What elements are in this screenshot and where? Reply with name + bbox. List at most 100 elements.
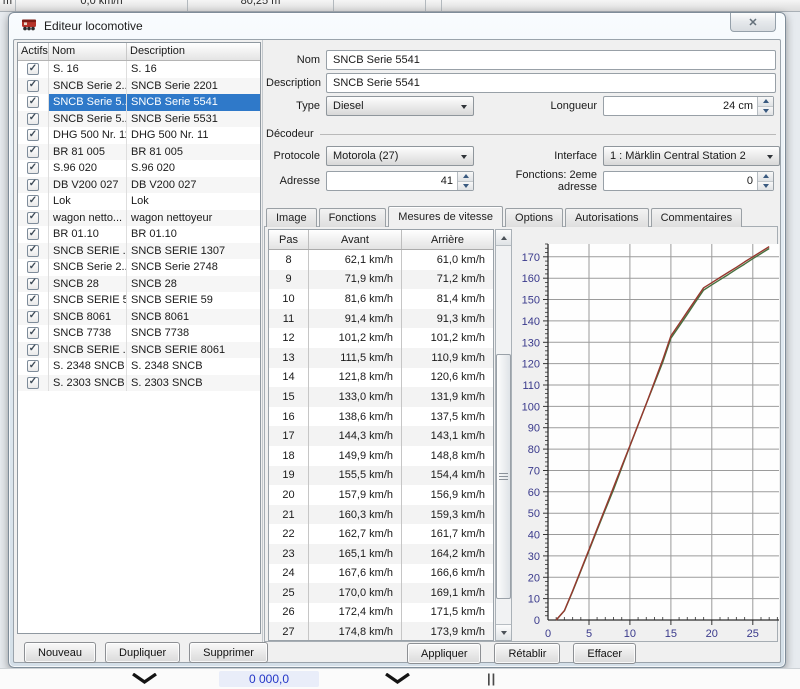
table-row[interactable]: 26172,4 km/h171,5 km/h xyxy=(269,603,493,623)
spin-up-button[interactable] xyxy=(758,172,773,181)
checkbox[interactable]: ✓ xyxy=(27,195,39,207)
checkbox[interactable]: ✓ xyxy=(27,80,39,92)
table-row[interactable]: 24167,6 km/h166,6 km/h xyxy=(269,564,493,584)
close-button[interactable]: ✕ xyxy=(730,13,776,32)
table-row[interactable]: 16138,6 km/h137,5 km/h xyxy=(269,407,493,427)
list-item[interactable]: ✓SNCB SERIE ...SNCB SERIE 1307 xyxy=(18,243,260,260)
spin-up-button[interactable] xyxy=(458,172,473,181)
list-item[interactable]: ✓SNCB Serie 2...SNCB Serie 2201 xyxy=(18,78,260,95)
table-row[interactable]: 12101,2 km/h101,2 km/h xyxy=(269,328,493,348)
list-item[interactable]: ✓SNCB 8061SNCB 8061 xyxy=(18,309,260,326)
table-row[interactable]: 15133,0 km/h131,9 km/h xyxy=(269,387,493,407)
checkbox[interactable]: ✓ xyxy=(27,327,39,339)
effacer-button[interactable]: Effacer xyxy=(573,643,636,664)
table-row[interactable]: 14121,8 km/h120,6 km/h xyxy=(269,368,493,388)
list-item[interactable]: ✓SNCB SERIE ...SNCB SERIE 8061 xyxy=(18,342,260,359)
checkbox[interactable]: ✓ xyxy=(27,179,39,191)
list-item[interactable]: ✓S. 2348 SNCBS. 2348 SNCB xyxy=(18,358,260,375)
dialog-title-bar[interactable]: Editeur locomotive xyxy=(9,13,785,39)
spin-down-button[interactable] xyxy=(758,181,773,191)
appliquer-button[interactable]: Appliquer xyxy=(407,643,481,664)
chevron-down-icon[interactable] xyxy=(131,673,158,687)
checkbox[interactable]: ✓ xyxy=(27,278,39,290)
checkbox[interactable]: ✓ xyxy=(27,212,39,224)
protocole-dropdown[interactable]: Motorola (27) xyxy=(326,146,474,166)
spin-down-button[interactable] xyxy=(758,106,773,116)
table-row[interactable]: 27174,8 km/h173,9 km/h xyxy=(269,622,493,641)
tab-image[interactable]: Image xyxy=(266,208,317,227)
checkbox[interactable]: ✓ xyxy=(27,377,39,389)
table-row[interactable]: 22162,7 km/h161,7 km/h xyxy=(269,524,493,544)
tab-options[interactable]: Options xyxy=(505,208,563,227)
checkbox[interactable]: ✓ xyxy=(27,162,39,174)
tab-autorisations[interactable]: Autorisations xyxy=(565,208,649,227)
table-row[interactable]: 971,9 km/h71,2 km/h xyxy=(269,270,493,290)
list-item[interactable]: ✓SNCB Serie 5...SNCB Serie 5531 xyxy=(18,111,260,128)
type-dropdown[interactable]: Diesel xyxy=(326,96,474,116)
dupliquer-button[interactable]: Dupliquer xyxy=(105,642,180,663)
longueur-spinner[interactable]: 24 cm xyxy=(603,96,774,116)
supprimer-button[interactable]: Supprimer xyxy=(189,642,268,663)
checkbox[interactable]: ✓ xyxy=(27,311,39,323)
checkbox[interactable]: ✓ xyxy=(27,360,39,372)
fonctions-spinner[interactable]: 0 xyxy=(603,171,774,191)
table-row[interactable]: 13111,5 km/h110,9 km/h xyxy=(269,348,493,368)
table-row[interactable]: 23165,1 km/h164,2 km/h xyxy=(269,544,493,564)
tab-mesures-de-vitesse[interactable]: Mesures de vitesse xyxy=(388,206,503,227)
checkbox[interactable]: ✓ xyxy=(27,129,39,141)
retablir-button[interactable]: Rétablir xyxy=(494,643,560,664)
spin-up-button[interactable] xyxy=(758,97,773,106)
table-row[interactable]: 20157,9 km/h156,9 km/h xyxy=(269,485,493,505)
checkbox[interactable]: ✓ xyxy=(27,344,39,356)
scrollbar-thumb[interactable] xyxy=(496,354,511,599)
adresse-spinner[interactable]: 41 xyxy=(326,171,474,191)
table-row[interactable]: 21160,3 km/h159,3 km/h xyxy=(269,505,493,525)
checkbox[interactable]: ✓ xyxy=(27,113,39,125)
checkbox[interactable]: ✓ xyxy=(27,294,39,306)
checkbox[interactable]: ✓ xyxy=(27,146,39,158)
list-item[interactable]: ✓BR 81 005BR 81 005 xyxy=(18,144,260,161)
list-item[interactable]: ✓SNCB 28SNCB 28 xyxy=(18,276,260,293)
scroll-up-button[interactable] xyxy=(496,230,511,246)
list-item[interactable]: ✓wagon netto...wagon nettoyeur xyxy=(18,210,260,227)
spin-down-button[interactable] xyxy=(458,181,473,191)
scroll-down-button[interactable] xyxy=(496,624,511,640)
list-item[interactable]: ✓SNCB 7738SNCB 7738 xyxy=(18,325,260,342)
list-item[interactable]: ✓SNCB SERIE 59SNCB SERIE 59 xyxy=(18,292,260,309)
column-header-actifs[interactable]: Actifs xyxy=(18,43,49,60)
speed-table-scrollbar[interactable] xyxy=(495,229,512,641)
list-item[interactable]: ✓LokLok xyxy=(18,193,260,210)
description-field[interactable]: SNCB Serie 5541 xyxy=(326,73,776,93)
interface-dropdown[interactable]: 1 : Märklin Central Station 2 xyxy=(603,146,780,166)
nouveau-button[interactable]: Nouveau xyxy=(24,642,96,663)
table-row[interactable]: 18149,9 km/h148,8 km/h xyxy=(269,446,493,466)
list-item[interactable]: ✓SNCB Serie 2...SNCB Serie 2748 xyxy=(18,259,260,276)
list-item[interactable]: ✓S.96 020S.96 020 xyxy=(18,160,260,177)
table-row[interactable]: 1191,4 km/h91,3 km/h xyxy=(269,309,493,329)
list-item[interactable]: ✓SNCB Serie 5...SNCB Serie 5541 xyxy=(18,94,260,111)
list-item[interactable]: ✓BR 01.10BR 01.10 xyxy=(18,226,260,243)
table-row[interactable]: 1081,6 km/h81,4 km/h xyxy=(269,289,493,309)
tab-fonctions[interactable]: Fonctions xyxy=(319,208,387,227)
chevron-down-icon[interactable] xyxy=(384,673,411,687)
tab-commentaires[interactable]: Commentaires xyxy=(651,208,743,227)
check-icon: ✓ xyxy=(29,311,37,321)
checkbox[interactable]: ✓ xyxy=(27,63,39,75)
list-item[interactable]: ✓S. 2303 SNCBS. 2303 SNCB xyxy=(18,375,260,392)
table-row[interactable]: 25170,0 km/h169,1 km/h xyxy=(269,583,493,603)
scrollbar-track[interactable] xyxy=(496,246,511,624)
checkbox[interactable]: ✓ xyxy=(27,245,39,257)
table-row[interactable]: 862,1 km/h61,0 km/h xyxy=(269,250,493,270)
checkbox[interactable]: ✓ xyxy=(27,228,39,240)
checkbox[interactable]: ✓ xyxy=(27,261,39,273)
list-item[interactable]: ✓DB V200 027DB V200 027 xyxy=(18,177,260,194)
checkbox[interactable]: ✓ xyxy=(27,96,39,108)
decodeur-group-title: Décodeur xyxy=(266,128,314,140)
column-header-nom[interactable]: Nom xyxy=(49,43,127,60)
nom-field[interactable]: SNCB Serie 5541 xyxy=(326,50,776,70)
list-item[interactable]: ✓DHG 500 Nr. 11DHG 500 Nr. 11 xyxy=(18,127,260,144)
column-header-description[interactable]: Description xyxy=(127,43,260,60)
list-item[interactable]: ✓S. 16S. 16 xyxy=(18,61,260,78)
table-row[interactable]: 19155,5 km/h154,4 km/h xyxy=(269,466,493,486)
table-row[interactable]: 17144,3 km/h143,1 km/h xyxy=(269,426,493,446)
